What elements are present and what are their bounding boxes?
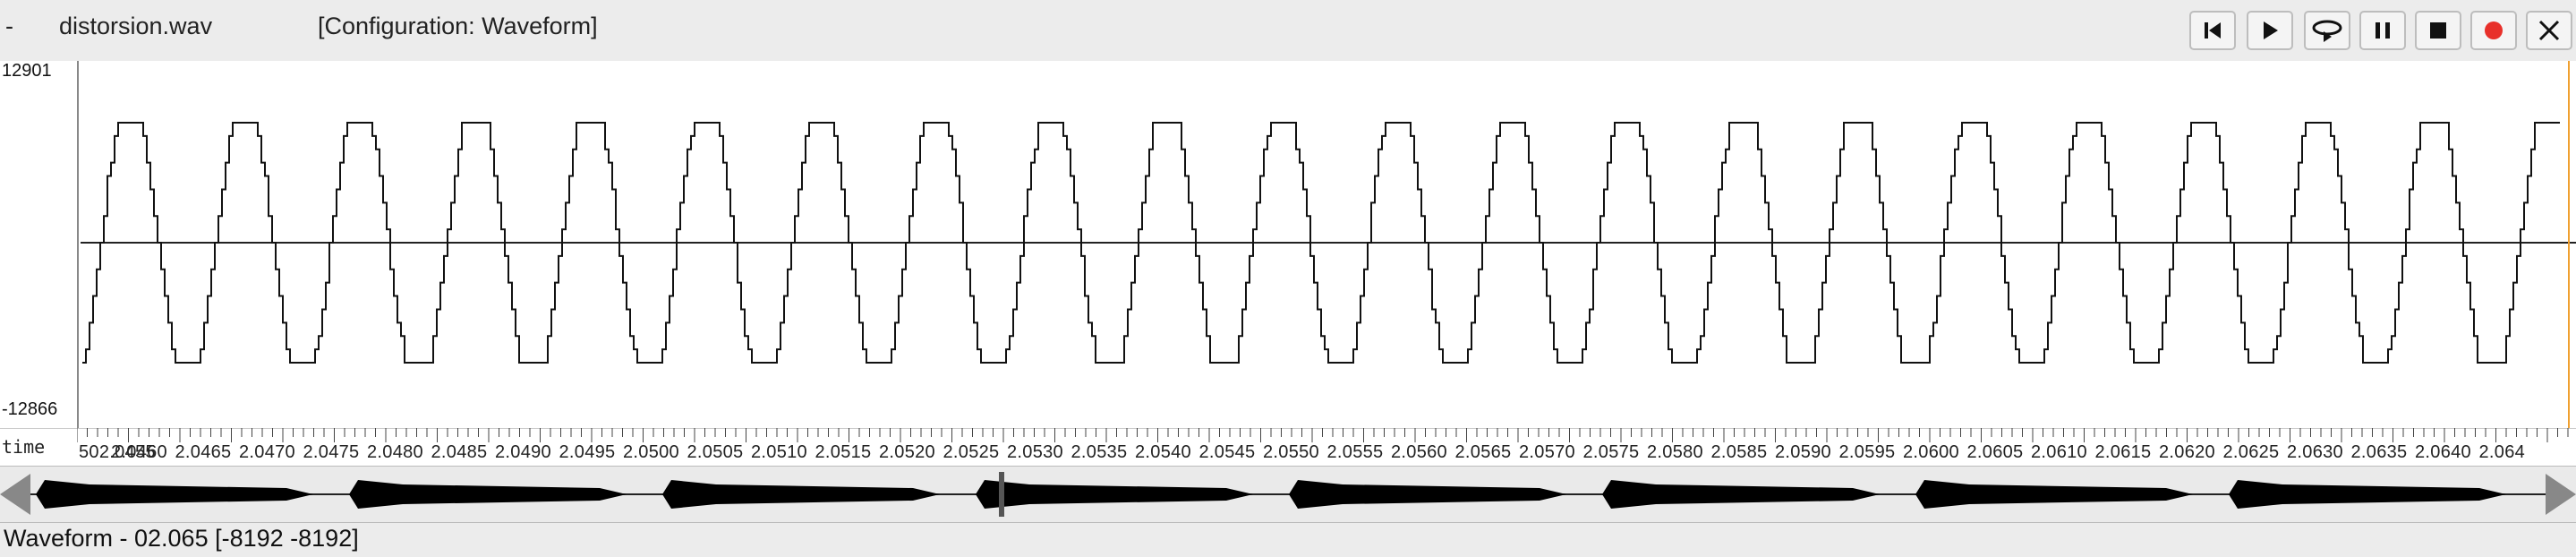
time-tick-label: 2.0600 xyxy=(1903,442,1959,462)
time-tick-label: 2.0575 xyxy=(1582,442,1640,462)
overview-segment xyxy=(1289,480,1566,509)
time-tick-label: 2.0550 xyxy=(1263,442,1319,462)
time-tick-label: 2.0470 xyxy=(239,442,295,462)
overview-segment xyxy=(976,480,1253,509)
time-tick-label: 2.0570 xyxy=(1519,442,1575,462)
scroll-left-icon[interactable] xyxy=(0,474,30,515)
time-tick-label: 2.0635 xyxy=(2350,442,2408,462)
configuration-label: [Configuration: Waveform] xyxy=(318,13,598,39)
close-button[interactable] xyxy=(2526,11,2572,50)
time-tick-label: 2.0525 xyxy=(943,442,1000,462)
window-menu-button[interactable]: - xyxy=(5,13,13,40)
time-tick-label: 2.0500 xyxy=(623,442,679,462)
overview-strip xyxy=(0,472,2576,517)
overview-segment xyxy=(349,480,627,509)
time-tick-label: 2.0510 xyxy=(751,442,807,462)
skip-back-icon xyxy=(2205,22,2221,39)
time-tick-label: 2.0630 xyxy=(2287,442,2343,462)
overview-segment xyxy=(1602,480,1880,509)
waveform-trace xyxy=(81,61,2576,428)
time-axis-label: time xyxy=(2,436,46,458)
close-icon xyxy=(2538,20,2560,41)
time-tick-label: 2.064 xyxy=(2478,442,2526,462)
time-tick-label: 2.0560 xyxy=(1391,442,1447,462)
loop-button[interactable] xyxy=(2304,11,2350,50)
record-button[interactable] xyxy=(2470,11,2517,50)
play-icon xyxy=(2264,21,2278,39)
time-tick-label: 2.0605 xyxy=(1966,442,2024,462)
pause-icon xyxy=(2376,22,2390,39)
waveform-plot[interactable] xyxy=(0,61,2576,428)
stop-icon xyxy=(2430,22,2446,39)
time-tick-label: 2.0620 xyxy=(2159,442,2215,462)
time-tick-label: 2.0480 xyxy=(367,442,423,462)
overview-segment xyxy=(662,480,940,509)
time-tick-label: 2.0495 xyxy=(559,442,616,462)
pause-button[interactable] xyxy=(2359,11,2406,50)
time-tick-label: 2.0640 xyxy=(2415,442,2471,462)
loop-icon xyxy=(2312,20,2342,42)
time-tick-label: 2.0565 xyxy=(1454,442,1512,462)
time-tick-label: 2.0520 xyxy=(879,442,935,462)
time-tick-label: 2.0595 xyxy=(1838,442,1896,462)
time-tick-label: 2.0535 xyxy=(1070,442,1128,462)
time-tick-label: 2.0485 xyxy=(431,442,488,462)
time-tick-label: 2.0465 xyxy=(175,442,232,462)
time-tick-label: 2.0615 xyxy=(2094,442,2152,462)
time-tick-label: 2.0590 xyxy=(1775,442,1831,462)
time-tick-label: 2.0610 xyxy=(2031,442,2087,462)
overview-segment xyxy=(1915,480,2193,509)
overview-segment xyxy=(36,480,313,509)
file-name: distorsion.wav xyxy=(59,13,213,39)
time-tick-label: 2.0460 xyxy=(111,442,167,462)
overview-segment xyxy=(2229,480,2506,509)
scroll-right-icon[interactable] xyxy=(2546,474,2576,515)
y-max-label: 12901 xyxy=(2,61,52,81)
title-bar: - distorsion.wav [Configuration: Wavefor… xyxy=(0,0,2576,63)
y-axis-line xyxy=(77,61,79,428)
record-icon xyxy=(2485,21,2503,39)
time-tick-label: 2.0555 xyxy=(1326,442,1384,462)
time-tick-label: 2.0625 xyxy=(2222,442,2280,462)
time-tick-label: 2.0585 xyxy=(1710,442,1768,462)
status-bar: Waveform - 02.065 [-8192 -8192] xyxy=(4,525,359,552)
time-tick-label: 2.0530 xyxy=(1007,442,1063,462)
time-tick-label: 2.0515 xyxy=(815,442,872,462)
time-tick-label: 2.0505 xyxy=(687,442,744,462)
skip-to-start-button[interactable] xyxy=(2189,11,2236,50)
overview-scrollbar[interactable] xyxy=(0,466,2576,523)
time-tick-label: 2.0545 xyxy=(1198,442,1256,462)
time-tick-label: 2.0540 xyxy=(1135,442,1191,462)
time-tick-label: 2.0580 xyxy=(1647,442,1703,462)
overview-position-marker[interactable] xyxy=(999,472,1004,517)
time-tick-label: 2.0475 xyxy=(303,442,360,462)
y-min-label: -12866 xyxy=(2,399,58,419)
play-button[interactable] xyxy=(2247,11,2293,50)
time-tick-label: 2.0490 xyxy=(495,442,551,462)
stop-button[interactable] xyxy=(2415,11,2461,50)
